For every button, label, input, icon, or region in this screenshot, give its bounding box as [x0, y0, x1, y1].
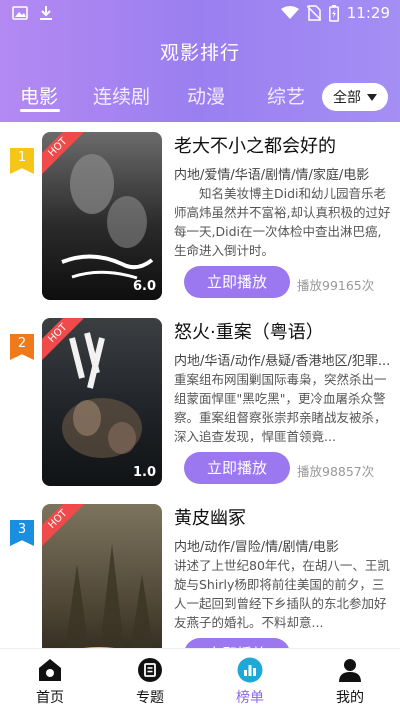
rank-chart-icon	[237, 657, 263, 683]
poster-image[interactable]: HOT	[42, 504, 162, 648]
home-icon	[39, 659, 61, 681]
list-item[interactable]: 1 HOT 6.0 老大不小之都会好的 内地/爱情/华语/剧情/情/家庭/电影 …	[0, 122, 400, 308]
header: 11:29 观影排行 电影 连续剧 动漫 综艺 全部	[0, 0, 400, 122]
poster-image[interactable]: HOT 1.0	[42, 318, 162, 486]
play-button[interactable]: 立即播放	[184, 638, 290, 648]
filter-dropdown[interactable]: 全部	[322, 83, 388, 111]
nav-label: 专题	[136, 690, 164, 706]
movie-description: 讲述了上世纪80年代，在胡八一、王凯旋与Shirly杨即将前往美国的前夕，三人一…	[174, 558, 390, 630]
bottom-nav: 首页 专题 榜单 我的	[0, 648, 400, 711]
play-count: 播放99165次	[297, 278, 375, 293]
nav-label: 我的	[336, 690, 364, 706]
play-button[interactable]: 立即播放	[184, 452, 290, 484]
tab-movie[interactable]: 电影	[20, 82, 58, 109]
filter-label: 全部	[333, 90, 361, 106]
rank-badge: 2	[10, 334, 34, 360]
tab-anime[interactable]: 动漫	[187, 82, 225, 109]
ranking-list: 1 HOT 6.0 老大不小之都会好的 内地/爱情/华语/剧情/情/家庭/电影 …	[0, 122, 400, 648]
nav-mine[interactable]: 我的	[315, 657, 385, 707]
tab-indicator	[20, 109, 60, 112]
nav-topic[interactable]: 专题	[115, 657, 185, 707]
play-count: 播放98857次	[297, 464, 375, 479]
list-item[interactable]: 3 HOT 黄皮幽冢 内地/动作/冒险/情/剧情/电影 讲述了上世纪80年代，在…	[0, 494, 400, 648]
user-icon	[339, 659, 361, 682]
movie-tags: 内地/华语/动作/悬疑/香港地区/犯罪...	[174, 354, 391, 369]
nav-label: 榜单	[236, 690, 264, 706]
movie-title[interactable]: 怒火·重案（粤语）	[174, 318, 324, 344]
status-bar: 11:29	[0, 0, 400, 28]
image-notification-icon	[12, 6, 28, 20]
movie-description: 重案组布网围剿国际毒枭，突然杀出一组蒙面悍匪"黑吃黑"，更冷血屠杀众警察。重案组…	[174, 372, 387, 444]
tab-variety[interactable]: 综艺	[267, 82, 305, 109]
play-button[interactable]: 立即播放	[184, 266, 290, 298]
tab-series[interactable]: 连续剧	[93, 82, 150, 109]
battery-icon	[328, 4, 339, 22]
topic-icon	[138, 658, 162, 682]
movie-tags: 内地/爱情/华语/剧情/情/家庭/电影	[174, 168, 370, 183]
no-sim-icon	[306, 5, 321, 21]
movie-description: 知名美妆博主Didi和幼儿园音乐老师高炜虽然并不富裕,却认真积极的过好每一天,D…	[174, 186, 391, 258]
list-item[interactable]: 2 HOT 1.0 怒火·重案（粤语） 内地/华语/动作/悬疑/香港地区/犯罪.…	[0, 308, 400, 494]
rank-badge: 3	[10, 520, 34, 546]
status-time: 11:29	[346, 4, 390, 22]
score: 6.0	[132, 279, 156, 294]
movie-title[interactable]: 黄皮幽冢	[174, 504, 246, 530]
rank-badge: 1	[10, 148, 34, 174]
movie-title[interactable]: 老大不小之都会好的	[174, 132, 336, 158]
download-icon	[40, 6, 52, 20]
caret-down-icon	[367, 93, 377, 101]
score: 1.0	[132, 465, 156, 480]
poster-art	[42, 318, 162, 486]
movie-tags: 内地/动作/冒险/情/剧情/电影	[174, 540, 339, 555]
poster-image[interactable]: HOT 6.0	[42, 132, 162, 300]
page-title: 观影排行	[159, 42, 240, 64]
poster-art	[42, 132, 162, 300]
wifi-icon	[280, 6, 299, 19]
nav-rank[interactable]: 榜单	[215, 657, 285, 707]
nav-home[interactable]: 首页	[15, 657, 85, 707]
nav-label: 首页	[36, 690, 64, 706]
